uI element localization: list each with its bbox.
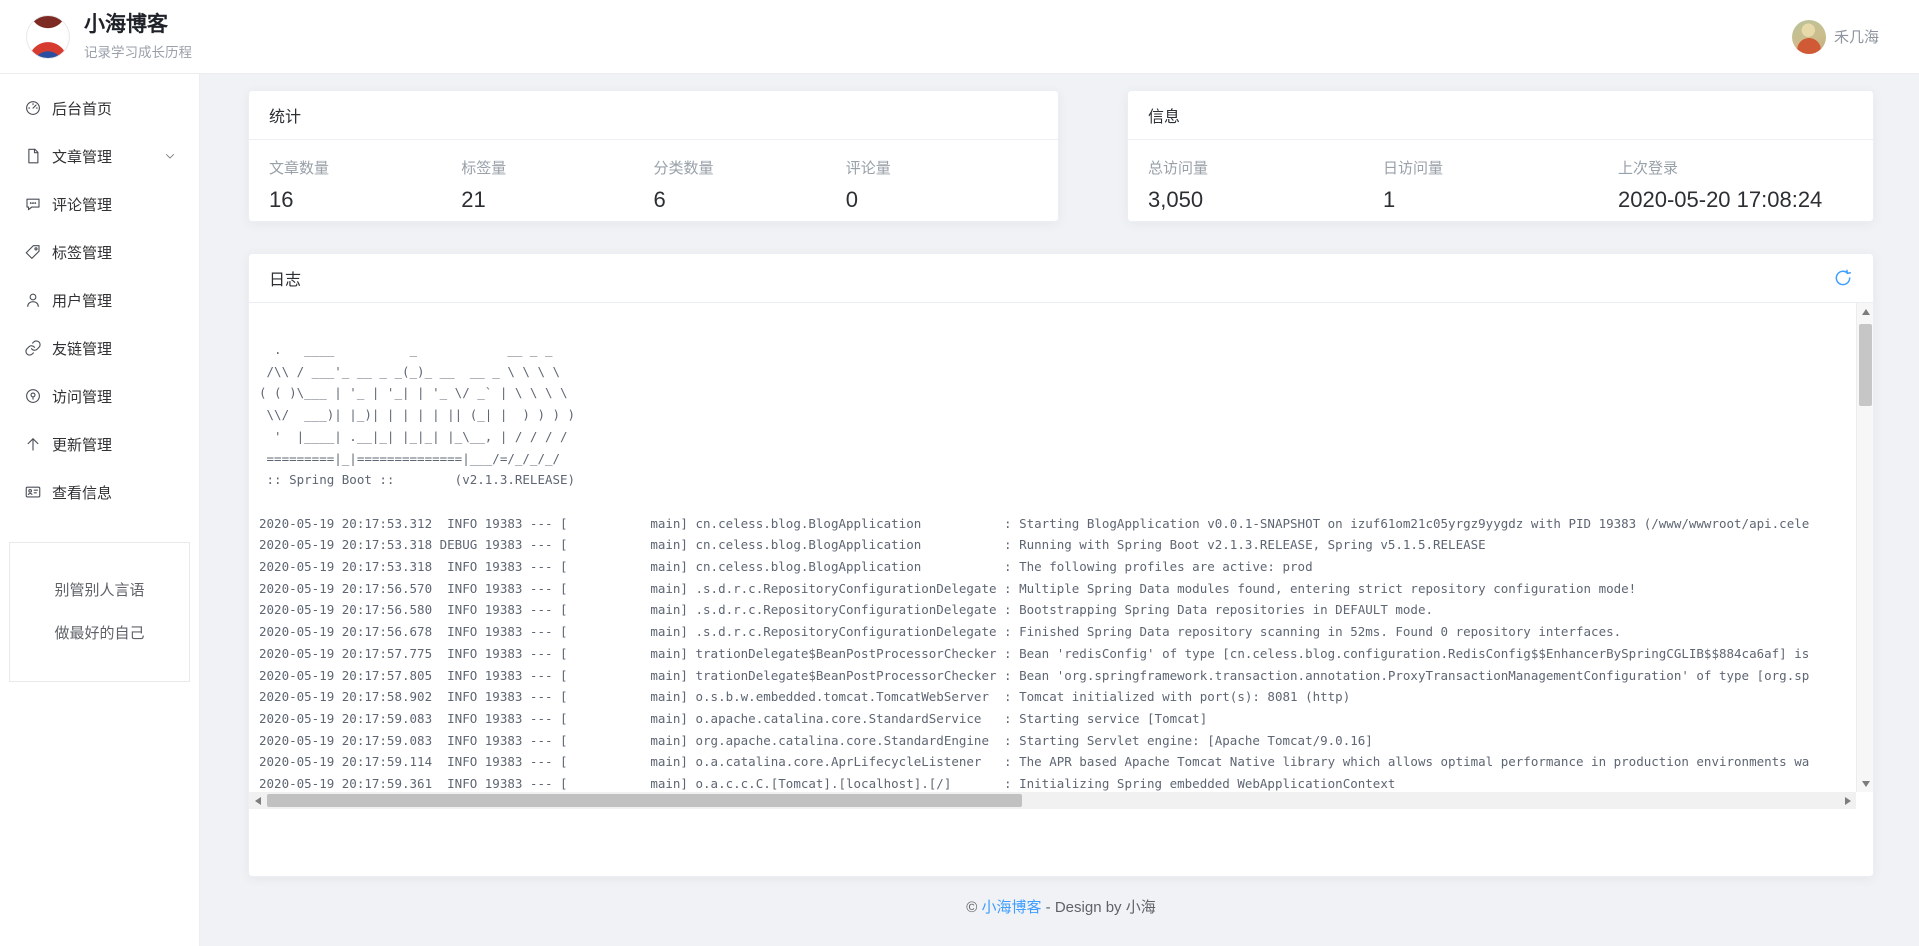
- sidebar-item-view-info[interactable]: 查看信息: [0, 468, 199, 516]
- link-icon: [24, 339, 42, 357]
- log-card: 日志 . ____ _ __ _ _ /\\ / ___'_ __ _ _(_)…: [248, 253, 1874, 877]
- stats-card-title: 统计: [269, 103, 301, 127]
- log-card-header: 日志: [249, 254, 1873, 303]
- info-card: 信息 总访问量 3,050日访问量 1上次登录 2020-05-20 17:08:24: [1127, 90, 1874, 222]
- stat-column: 文章数量 16: [269, 157, 461, 213]
- arrow-up-icon: [24, 435, 42, 453]
- sidebar-item-visits[interactable]: 访问管理: [0, 372, 199, 420]
- sidebar-item-label: 标签管理: [52, 242, 177, 263]
- stats-card-header: 统计: [249, 91, 1058, 140]
- sidebar-item-label: 用户管理: [52, 290, 177, 311]
- vertical-scroll-thumb[interactable]: [1859, 324, 1872, 406]
- stats-body: 文章数量 16标签量 21分类数量 6评论量 0: [249, 140, 1058, 213]
- log-body: . ____ _ __ _ _ /\\ / ___'_ __ _ _(_)_ _…: [249, 303, 1873, 882]
- user-icon: [24, 291, 42, 309]
- stat-value: 16: [269, 187, 461, 213]
- sidebar-item-label: 评论管理: [52, 194, 177, 215]
- scroll-right-arrow-icon[interactable]: [1839, 792, 1856, 809]
- footer-copyright: ©: [966, 899, 977, 916]
- sidebar-item-label: 访问管理: [52, 386, 177, 407]
- app-header: 小海博客 记录学习成长历程 禾几海: [0, 0, 1919, 74]
- user-avatar[interactable]: [1792, 20, 1826, 54]
- refresh-icon[interactable]: [1833, 268, 1853, 288]
- document-icon: [24, 147, 42, 165]
- logo-avatar: [26, 15, 70, 59]
- sidebar-item-tags[interactable]: 标签管理: [0, 228, 199, 276]
- footer-suffix: - Design by 小海: [1042, 899, 1156, 916]
- app-title: 小海博客: [84, 12, 192, 37]
- logo-group: 小海博客 记录学习成长历程: [26, 12, 192, 60]
- stat-label: 评论量: [846, 157, 1038, 178]
- log-vertical-scrollbar[interactable]: [1856, 303, 1873, 792]
- stat-column: 标签量 21: [461, 157, 653, 213]
- sidebar-item-updates[interactable]: 更新管理: [0, 420, 199, 468]
- main-content: 统计 文章数量 16标签量 21分类数量 6评论量 0 信息 总访问量 3,050日访问量…: [200, 74, 1919, 946]
- info-column: 日访问量 1: [1383, 157, 1618, 213]
- user-menu[interactable]: 禾几海: [1792, 20, 1879, 54]
- info-card-header: 信息: [1128, 91, 1873, 140]
- log-output: . ____ _ __ _ _ /\\ / ___'_ __ _ _(_)_ _…: [249, 303, 1856, 792]
- stat-label: 分类数量: [654, 157, 846, 178]
- log-horizontal-scrollbar[interactable]: [249, 792, 1856, 809]
- stats-card: 统计 文章数量 16标签量 21分类数量 6评论量 0: [248, 90, 1059, 222]
- info-column: 总访问量 3,050: [1148, 157, 1383, 213]
- info-label: 上次登录: [1618, 157, 1853, 178]
- sidebar-item-users[interactable]: 用户管理: [0, 276, 199, 324]
- id-card-icon: [24, 483, 42, 501]
- chevron-down-icon: [163, 149, 177, 163]
- sidebar-item-label: 文章管理: [52, 146, 163, 167]
- stat-value: 6: [654, 187, 846, 213]
- sidebar-item-friend-links[interactable]: 友链管理: [0, 324, 199, 372]
- app-subtitle: 记录学习成长历程: [84, 41, 192, 61]
- stat-value: 0: [846, 187, 1038, 213]
- info-card-title: 信息: [1148, 103, 1180, 127]
- stat-column: 评论量 0: [846, 157, 1038, 213]
- info-label: 日访问量: [1383, 157, 1618, 178]
- scroll-up-arrow-icon[interactable]: [1857, 303, 1873, 320]
- footer-brand-link[interactable]: 小海博客: [982, 899, 1042, 916]
- sidebar: 后台首页文章管理评论管理标签管理用户管理友链管理访问管理更新管理查看信息 别管别…: [0, 74, 200, 946]
- sidebar-item-comments[interactable]: 评论管理: [0, 180, 199, 228]
- info-label: 总访问量: [1148, 157, 1383, 178]
- quote-line-1: 别管别人言语: [16, 569, 183, 612]
- info-body: 总访问量 3,050日访问量 1上次登录 2020-05-20 17:08:24: [1128, 140, 1873, 213]
- sidebar-item-label: 友链管理: [52, 338, 177, 359]
- footer: © 小海博客 - Design by 小海: [248, 896, 1874, 917]
- info-value: 2020-05-20 17:08:24: [1618, 187, 1853, 213]
- sidebar-item-label: 后台首页: [52, 98, 177, 119]
- sidebar-item-articles[interactable]: 文章管理: [0, 132, 199, 180]
- compass-icon: [24, 387, 42, 405]
- dashboard-icon: [24, 99, 42, 117]
- stat-label: 标签量: [461, 157, 653, 178]
- scroll-left-arrow-icon[interactable]: [249, 792, 266, 809]
- log-viewport: . ____ _ __ _ _ /\\ / ___'_ __ _ _(_)_ _…: [249, 303, 1873, 792]
- stat-value: 21: [461, 187, 653, 213]
- sidebar-item-dashboard[interactable]: 后台首页: [0, 84, 199, 132]
- stat-column: 分类数量 6: [654, 157, 846, 213]
- info-value: 1: [1383, 187, 1618, 213]
- tag-icon: [24, 243, 42, 261]
- scroll-down-arrow-icon[interactable]: [1857, 775, 1873, 792]
- sidebar-item-label: 更新管理: [52, 434, 177, 455]
- sidebar-item-label: 查看信息: [52, 482, 177, 503]
- log-card-title: 日志: [269, 266, 301, 290]
- stat-label: 文章数量: [269, 157, 461, 178]
- sidebar-nav: 后台首页文章管理评论管理标签管理用户管理友链管理访问管理更新管理查看信息: [0, 84, 199, 516]
- quote-box: 别管别人言语 做最好的自己: [9, 542, 190, 682]
- horizontal-scroll-thumb[interactable]: [267, 794, 1022, 807]
- info-column: 上次登录 2020-05-20 17:08:24: [1618, 157, 1853, 213]
- quote-line-2: 做最好的自己: [16, 612, 183, 655]
- info-value: 3,050: [1148, 187, 1383, 213]
- comment-icon: [24, 195, 42, 213]
- user-name: 禾几海: [1834, 26, 1879, 47]
